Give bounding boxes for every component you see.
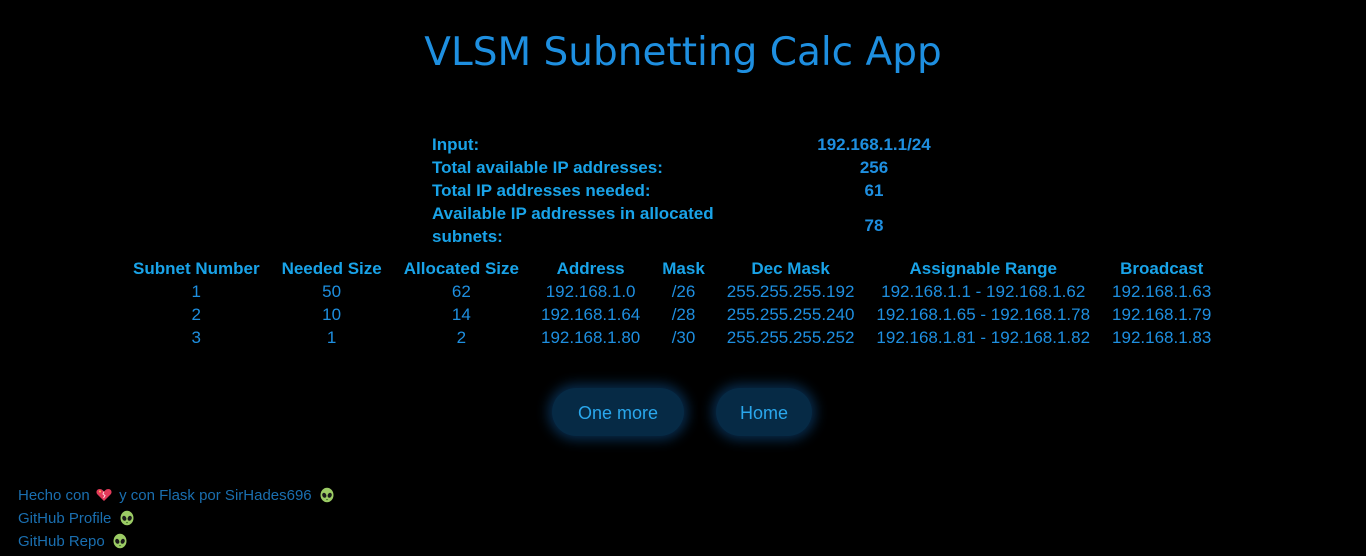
table-header-row: Subnet Number Needed Size Allocated Size… [122, 257, 1222, 280]
summary-label-total-available: Total available IP addresses: [432, 158, 663, 177]
header-assignable-range: Assignable Range [909, 259, 1057, 278]
summary-row-available-allocated: Available IP addresses in allocated subn… [430, 202, 976, 248]
cell-mask: /30 [671, 328, 696, 347]
summary-table: Input: 192.168.1.1/24 Total available IP… [430, 133, 976, 248]
footer-credits: Hecho con y con Flask por SirHades696 [18, 484, 335, 507]
home-button[interactable]: Home [716, 388, 812, 436]
table-row: 3 1 2 192.168.1.80 /30 255.255.255.252 1… [122, 326, 1222, 349]
summary-value-input: 192.168.1.1/24 [817, 135, 931, 154]
cell-address: 192.168.1.80 [540, 328, 641, 347]
summary-row-total-needed: Total IP addresses needed: 61 [430, 179, 976, 202]
heart-icon [96, 486, 112, 501]
cell-assignable-range: 192.168.1.65 - 192.168.1.78 [876, 305, 1091, 324]
cell-broadcast: 192.168.1.83 [1112, 328, 1212, 347]
cell-address: 192.168.1.0 [545, 282, 636, 301]
header-broadcast: Broadcast [1120, 259, 1204, 278]
summary-row-input: Input: 192.168.1.1/24 [430, 133, 976, 156]
cell-subnet-number: 2 [191, 305, 202, 324]
cell-subnet-number: 3 [191, 328, 202, 347]
cell-assignable-range: 192.168.1.81 - 192.168.1.82 [876, 328, 1091, 347]
header-subnet-number: Subnet Number [133, 259, 260, 278]
footer-made-with-prefix: Hecho con [18, 487, 90, 504]
cell-allocated-size: 62 [451, 282, 471, 301]
cell-needed-size: 1 [326, 328, 337, 347]
cell-dec-mask: 255.255.255.252 [726, 328, 855, 347]
summary-label-total-needed: Total IP addresses needed: [432, 181, 651, 200]
cell-broadcast: 192.168.1.79 [1112, 305, 1212, 324]
footer-github-profile-line: GitHub Profile [18, 507, 335, 530]
alien-icon [112, 533, 128, 549]
cell-dec-mask: 255.255.255.192 [726, 282, 855, 301]
one-more-button[interactable]: One more [552, 388, 684, 436]
summary-label-available-allocated: Available IP addresses in allocated subn… [432, 204, 714, 246]
header-needed-size: Needed Size [281, 259, 382, 278]
cell-mask: /28 [671, 305, 696, 324]
table-row: 2 10 14 192.168.1.64 /28 255.255.255.240… [122, 303, 1222, 326]
header-mask: Mask [662, 259, 705, 278]
cell-needed-size: 50 [322, 282, 342, 301]
cell-subnet-number: 1 [191, 282, 202, 301]
alien-icon [319, 487, 335, 503]
summary-label-input: Input: [432, 135, 480, 154]
cell-mask: /26 [671, 282, 696, 301]
cell-allocated-size: 14 [451, 305, 471, 324]
summary-value-available-allocated: 78 [864, 215, 884, 235]
footer-github-repo-line: GitHub Repo [18, 530, 335, 553]
summary-value-total-available: 256 [859, 158, 889, 177]
summary-row-total-available: Total available IP addresses: 256 [430, 156, 976, 179]
summary-value-total-needed: 61 [864, 181, 884, 200]
footer: Hecho con y con Flask por SirHades696 Gi… [18, 484, 335, 553]
github-profile-link[interactable]: GitHub Profile [18, 510, 111, 527]
cell-broadcast: 192.168.1.63 [1112, 282, 1212, 301]
cell-dec-mask: 255.255.255.240 [726, 305, 855, 324]
header-address: Address [556, 259, 625, 278]
table-row: 1 50 62 192.168.1.0 /26 255.255.255.192 … [122, 280, 1222, 303]
alien-icon [119, 510, 135, 526]
footer-made-with-suffix: y con Flask por SirHades696 [119, 487, 312, 504]
cell-assignable-range: 192.168.1.1 - 192.168.1.62 [881, 282, 1086, 301]
cell-allocated-size: 2 [456, 328, 467, 347]
github-repo-link[interactable]: GitHub Repo [18, 533, 105, 550]
cell-needed-size: 10 [322, 305, 342, 324]
cell-address: 192.168.1.64 [540, 305, 641, 324]
header-dec-mask: Dec Mask [751, 259, 830, 278]
subnet-results-table: Subnet Number Needed Size Allocated Size… [122, 257, 1222, 349]
page-title: VLSM Subnetting Calc App [424, 30, 942, 75]
header-allocated-size: Allocated Size [403, 259, 519, 278]
